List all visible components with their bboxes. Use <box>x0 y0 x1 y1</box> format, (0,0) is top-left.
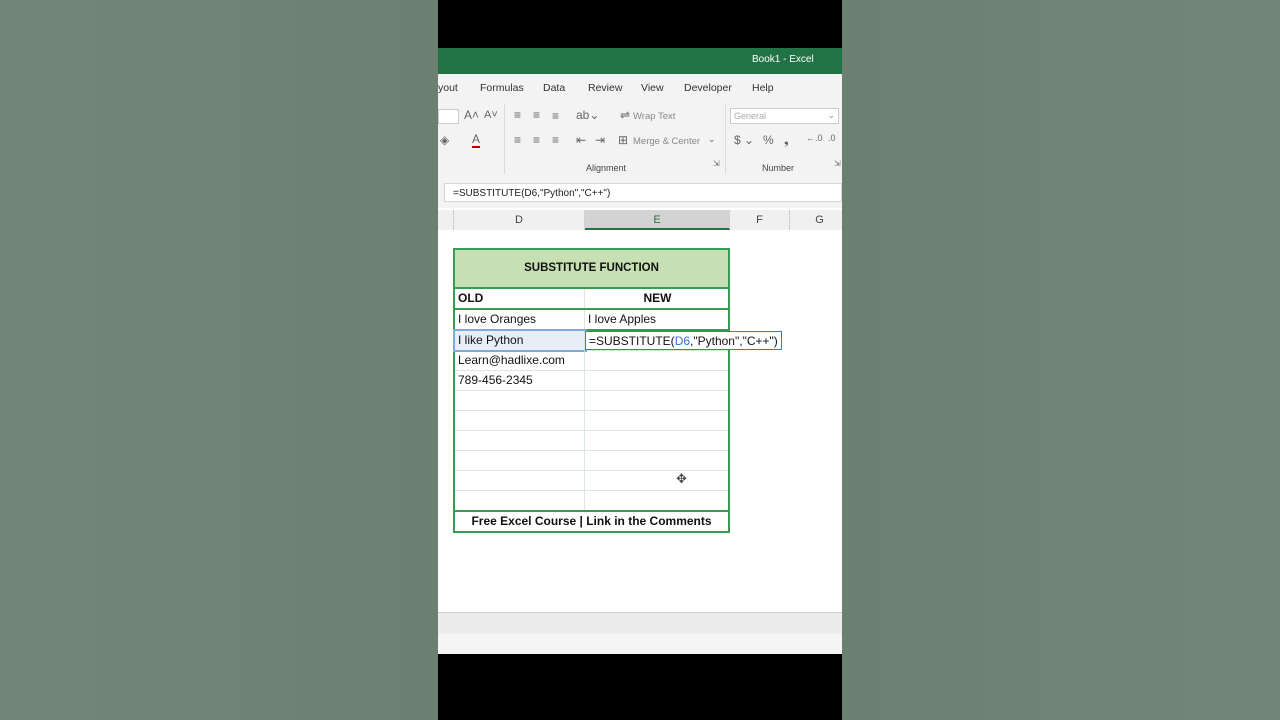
font-size-box[interactable] <box>438 109 459 124</box>
formula-prefix: =SUBSTITUTE( <box>589 334 675 348</box>
column-header-d[interactable]: D <box>454 210 585 230</box>
number-group-label: Number <box>762 163 795 173</box>
fill-color-icon[interactable]: ◈ <box>440 133 449 147</box>
align-bottom-icon[interactable]: ≡ <box>552 109 559 123</box>
video-frame: Book1 - Excel yout Formulas Data Review … <box>438 0 842 720</box>
formula-suffix: ,"Python","C++") <box>690 334 778 348</box>
tab-formulas[interactable]: Formulas <box>480 82 524 94</box>
cell-old[interactable] <box>455 431 585 450</box>
bottom-strip <box>438 634 842 654</box>
title-bar: Book1 - Excel <box>438 48 842 74</box>
header-old[interactable]: OLD <box>455 289 585 308</box>
cell-old-referenced[interactable]: I like Python <box>453 329 587 352</box>
number-format-dropdown[interactable]: General ⌄ <box>730 108 839 124</box>
increase-decimal-icon[interactable]: ←.0 <box>806 133 823 143</box>
cell-new[interactable] <box>585 471 730 490</box>
table-row <box>455 471 728 491</box>
tab-help[interactable]: Help <box>752 82 774 94</box>
merge-center-icon[interactable]: ⊞ <box>618 133 628 147</box>
cursor-cross-icon: ✥ <box>676 471 687 486</box>
background-right <box>842 0 1280 720</box>
table-row <box>455 431 728 451</box>
tab-view[interactable]: View <box>641 82 664 94</box>
cell-old[interactable]: 789-456-2345 <box>455 371 585 390</box>
wrap-text-icon[interactable]: ⇌ <box>620 108 630 122</box>
cell-new[interactable] <box>585 431 730 450</box>
align-top-icon[interactable]: ≡ <box>514 108 521 122</box>
cell-old[interactable]: I love Oranges <box>455 310 585 329</box>
substitute-table: SUBSTITUTE FUNCTION OLD NEW I love Orang… <box>453 248 782 533</box>
table-row: Learn@hadlixe.com <box>455 351 728 371</box>
table-row: I like Python =SUBSTITUTE(D6,"Python","C… <box>453 329 782 352</box>
number-launcher-icon[interactable]: ⇲ <box>834 159 841 168</box>
status-bar <box>438 612 842 635</box>
table-footer: Free Excel Course | Link in the Comments <box>455 510 728 531</box>
cell-old[interactable]: Learn@hadlixe.com <box>455 351 585 370</box>
cell-editor[interactable]: =SUBSTITUTE(D6,"Python","C++") <box>585 331 782 350</box>
merge-center-button[interactable]: Merge & Center <box>633 136 700 147</box>
table-row <box>455 411 728 431</box>
cell-old[interactable] <box>455 411 585 430</box>
currency-icon[interactable]: $ ⌄ <box>734 133 754 147</box>
cell-new[interactable] <box>585 451 730 470</box>
cell-old[interactable] <box>455 471 585 490</box>
increase-font-icon[interactable]: A˄ <box>464 108 479 122</box>
cell-new[interactable] <box>585 411 730 430</box>
cell-new[interactable] <box>585 391 730 410</box>
decrease-decimal-icon[interactable]: .0 <box>828 133 836 143</box>
tab-page-layout[interactable]: yout <box>438 82 458 94</box>
cell-old[interactable] <box>455 491 585 510</box>
table-row: 789-456-2345 <box>455 371 728 391</box>
alignment-launcher-icon[interactable]: ⇲ <box>713 159 720 168</box>
table-row: I love Oranges I love Apples <box>455 310 728 331</box>
ribbon: A˄ A˅ ◈ A ≡ ≡ ≡ ab⌄ ⇌ Wrap Text ≡ ≡ ≡ ⇤ … <box>438 100 842 179</box>
decrease-indent-icon[interactable]: ⇤ <box>576 133 586 147</box>
decrease-font-icon[interactable]: A˅ <box>484 109 498 121</box>
font-color-icon[interactable]: A <box>472 132 481 148</box>
formula-input[interactable]: =SUBSTITUTE(D6,"Python","C++") <box>444 183 842 202</box>
window-title: Book1 - Excel <box>752 54 814 65</box>
table-row <box>455 451 728 471</box>
alignment-group-label: Alignment <box>586 163 627 173</box>
column-header-f[interactable]: F <box>730 210 790 230</box>
align-right-icon[interactable]: ≡ <box>552 133 559 147</box>
orientation-icon[interactable]: ab⌄ <box>576 108 599 122</box>
chevron-down-icon: ⌄ <box>827 110 835 120</box>
tab-review[interactable]: Review <box>588 82 622 94</box>
column-header-c[interactable] <box>438 210 454 230</box>
merge-dropdown-icon[interactable]: ⌄ <box>708 134 716 145</box>
tab-data[interactable]: Data <box>543 82 565 94</box>
percent-icon[interactable]: % <box>763 133 774 147</box>
table-row <box>455 391 728 411</box>
increase-indent-icon[interactable]: ⇥ <box>595 133 605 147</box>
column-header-g[interactable]: G <box>790 210 842 230</box>
ribbon-tabs: yout Formulas Data Review View Developer… <box>438 74 842 100</box>
cell-new[interactable] <box>585 351 730 370</box>
table-title: SUBSTITUTE FUNCTION <box>455 250 728 289</box>
cell-new[interactable]: I love Apples <box>585 310 730 329</box>
number-format-value: General <box>734 111 767 121</box>
align-center-icon[interactable]: ≡ <box>533 133 540 147</box>
cell-new[interactable] <box>585 371 730 390</box>
wrap-text-button[interactable]: Wrap Text <box>633 111 675 122</box>
cell-old[interactable] <box>455 451 585 470</box>
align-left-icon[interactable]: ≡ <box>514 133 521 147</box>
table-row <box>455 491 728 510</box>
cell-old[interactable] <box>455 391 585 410</box>
tab-developer[interactable]: Developer <box>684 82 732 94</box>
comma-icon[interactable]: ❟ <box>784 133 789 148</box>
column-header-e[interactable]: E <box>585 210 730 230</box>
excel-window: Book1 - Excel yout Formulas Data Review … <box>438 48 842 654</box>
table-header-row: OLD NEW <box>455 289 728 310</box>
column-headers: D E F G <box>438 210 842 231</box>
header-new[interactable]: NEW <box>585 289 730 308</box>
background-left <box>0 0 438 720</box>
cell-new[interactable] <box>585 491 730 510</box>
formula-bar: =SUBSTITUTE(D6,"Python","C++") <box>438 178 842 208</box>
align-middle-icon[interactable]: ≡ <box>533 108 540 122</box>
formula-reference: D6 <box>674 334 691 348</box>
